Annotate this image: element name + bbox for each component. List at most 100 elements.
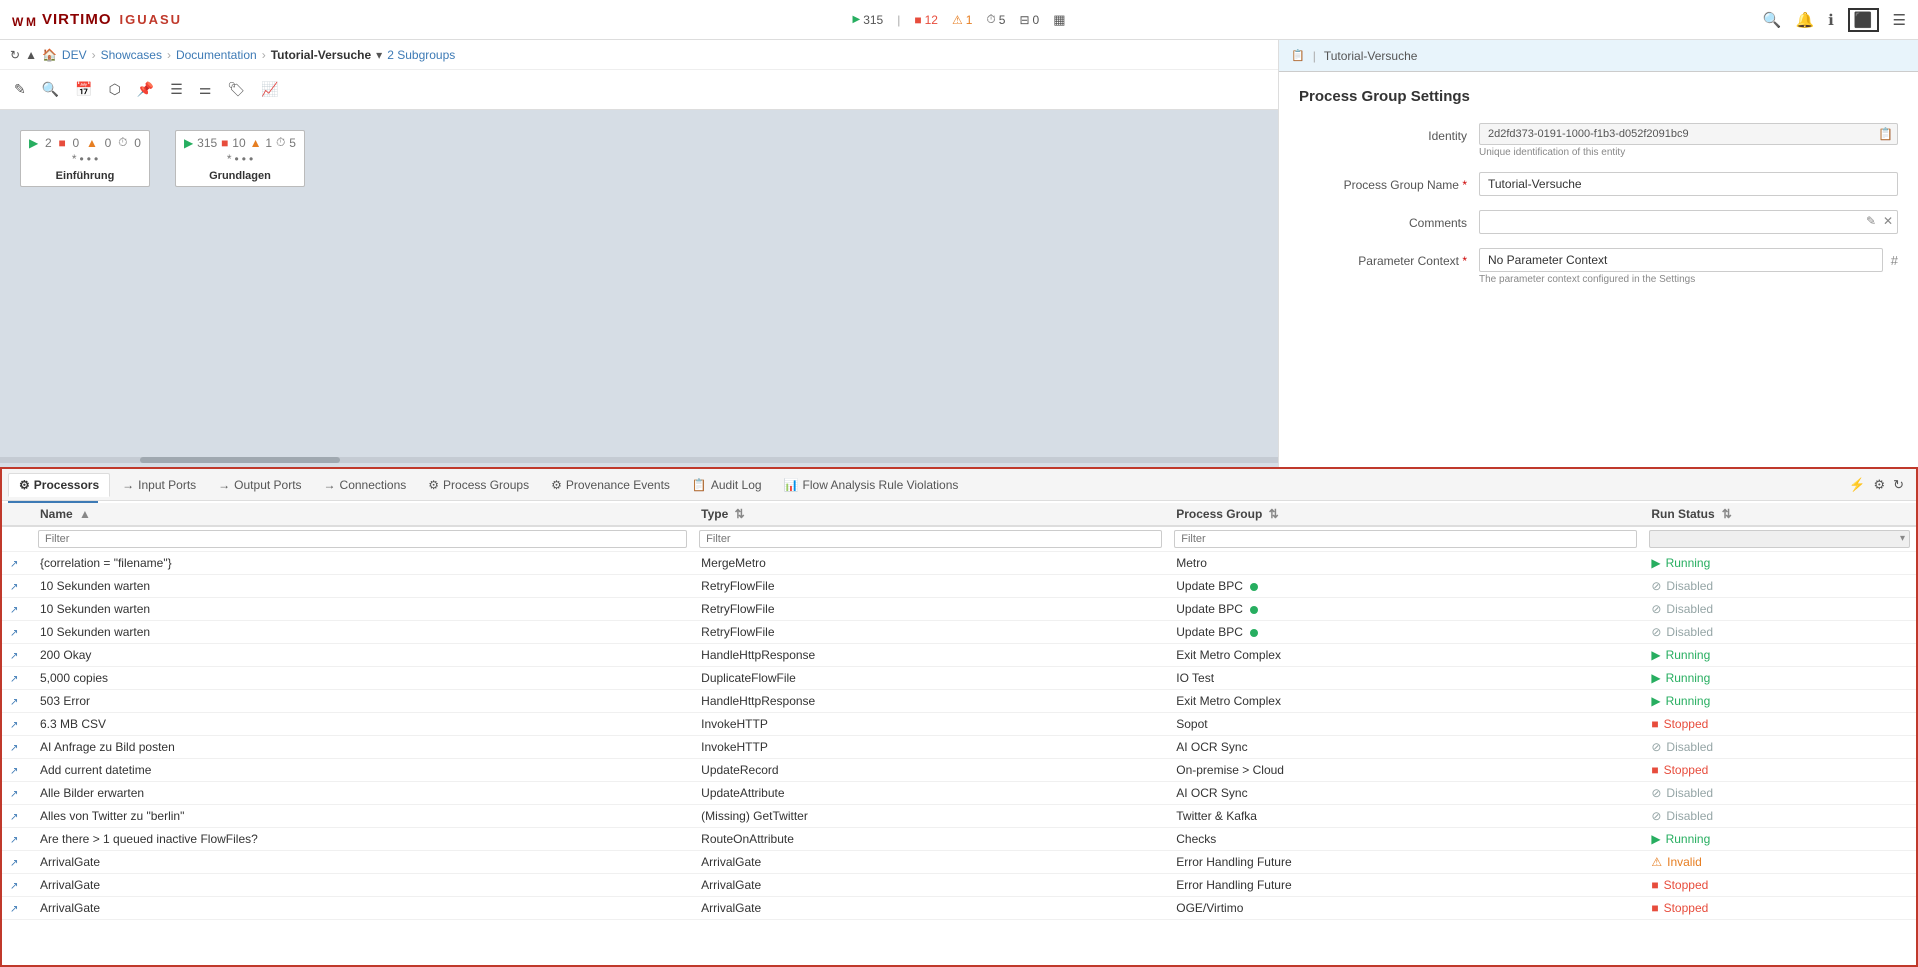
nav-up-icon[interactable]: ▲	[25, 48, 37, 62]
row-name: AI Anfrage zu Bild posten	[32, 736, 693, 759]
hash-icon[interactable]: #	[1891, 253, 1898, 268]
row-link-icon[interactable]: ↗	[2, 736, 32, 759]
settings-icon[interactable]: ⚙	[1873, 477, 1885, 493]
breadcrumb-subgroup[interactable]: 2 Subgroups	[387, 48, 455, 62]
row-link-icon[interactable]: ↗	[2, 575, 32, 598]
info-icon[interactable]: ℹ	[1828, 11, 1834, 29]
home-icon[interactable]: 🏠	[42, 48, 57, 62]
edit-comment-icon[interactable]: ✎	[1866, 214, 1876, 228]
search-icon[interactable]: 🔍	[1763, 11, 1782, 29]
comments-value-wrapper: ✎ ✕	[1479, 210, 1898, 234]
breadcrumb-dropdown-icon[interactable]: ▾	[376, 48, 382, 62]
col-icon-header	[2, 503, 32, 526]
col-status-header[interactable]: Run Status ⇅	[1643, 503, 1916, 526]
row-link-icon[interactable]: ↗	[2, 851, 32, 874]
filter-type-input[interactable]	[699, 530, 1162, 548]
horizontal-scrollbar[interactable]	[0, 457, 1278, 463]
panel-separator: |	[1313, 49, 1316, 63]
filter-icon[interactable]: ⚡	[1849, 477, 1865, 493]
layers-icon[interactable]: ⬡	[105, 79, 125, 100]
row-link-icon[interactable]: ↗	[2, 828, 32, 851]
row-link-icon[interactable]: ↗	[2, 713, 32, 736]
alert-icon[interactable]: 🔔	[1795, 11, 1814, 29]
edit-icon[interactable]: ✎	[10, 79, 30, 100]
svg-text:M: M	[26, 15, 37, 28]
pg-name-input[interactable]	[1479, 172, 1898, 196]
col-pg-header[interactable]: Process Group ⇅	[1168, 503, 1643, 526]
breadcrumb-dev[interactable]: DEV	[62, 48, 87, 62]
align-icon[interactable]: ⚌	[195, 79, 216, 100]
row-link-icon[interactable]: ↗	[2, 598, 32, 621]
row-link-icon[interactable]: ↗	[2, 690, 32, 713]
identity-input[interactable]	[1479, 123, 1898, 145]
chart-icon[interactable]: 📈	[257, 79, 282, 100]
param-context-select[interactable]: No Parameter Context	[1479, 248, 1883, 272]
panel-topbar: 📋 | Tutorial-Versuche	[1279, 40, 1918, 72]
table-row: ↗200 OkayHandleHttpResponseExit Metro Co…	[2, 644, 1916, 667]
tab-input-ports[interactable]: → Input Ports	[112, 474, 206, 496]
row-link-icon[interactable]: ↗	[2, 667, 32, 690]
row-process-group: Update BPC	[1168, 621, 1643, 644]
tag-icon[interactable]: 🏷	[223, 79, 249, 100]
filter-name-input[interactable]	[38, 530, 687, 548]
row-process-group: Update BPC	[1168, 598, 1643, 621]
search-toolbar-icon[interactable]: 🔍	[38, 79, 63, 100]
filter-pg-input[interactable]	[1174, 530, 1637, 548]
comments-input[interactable]	[1479, 210, 1898, 234]
row-link-icon[interactable]: ↗	[2, 874, 32, 897]
row-link-icon[interactable]: ↗	[2, 805, 32, 828]
col-type-header[interactable]: Type ⇅	[693, 503, 1168, 526]
row-link-icon[interactable]: ↗	[2, 759, 32, 782]
clear-comment-icon[interactable]: ✕	[1883, 214, 1893, 228]
col-name-header[interactable]: Name ▲	[32, 503, 693, 526]
row-link-icon[interactable]: ↗	[2, 621, 32, 644]
row-run-status: ⊘Disabled	[1643, 575, 1916, 598]
row-run-status: ⊘Disabled	[1643, 782, 1916, 805]
row-type: UpdateAttribute	[693, 782, 1168, 805]
row-type: InvokeHTTP	[693, 736, 1168, 759]
row-name: {correlation = "filename"}	[32, 552, 693, 575]
tab-flow-analysis[interactable]: 📊 Flow Analysis Rule Violations	[774, 474, 969, 496]
row-name: 10 Sekunden warten	[32, 575, 693, 598]
tab-audit-log[interactable]: 📋 Audit Log	[682, 474, 772, 496]
row-run-status: ▶Running	[1643, 552, 1916, 575]
card2-stat-total: 315	[197, 136, 217, 150]
sort-type-icon: ⇅	[735, 507, 745, 521]
list-icon[interactable]: ☰	[166, 79, 187, 100]
menu-icon[interactable]: ☰	[1893, 11, 1906, 29]
comments-label: Comments	[1299, 210, 1479, 230]
pg-card-grundlagen[interactable]: ▶ 315 ■ 10 ▲ 1 ⏱ 5 *••• Grundlagen	[175, 130, 305, 187]
row-name: Alles von Twitter zu "berlin"	[32, 805, 693, 828]
row-link-icon[interactable]: ↗	[2, 644, 32, 667]
tab-output-ports[interactable]: → Output Ports	[208, 474, 311, 496]
row-link-icon[interactable]: ↗	[2, 782, 32, 805]
bottom-panel: ⚙ Processors → Input Ports → Output Port…	[0, 467, 1918, 967]
scrollbar-thumb[interactable]	[140, 457, 340, 463]
row-run-status: ■Stopped	[1643, 874, 1916, 897]
svg-text:W: W	[12, 15, 24, 28]
refresh-table-icon[interactable]: ↻	[1893, 477, 1904, 493]
tab-connections[interactable]: → Connections	[314, 474, 417, 496]
provenance-tab-label: Provenance Events	[566, 478, 670, 492]
warn-icon-card2: ▲	[250, 136, 262, 150]
calendar-icon[interactable]: 📅	[71, 79, 96, 100]
tab-provenance[interactable]: ⚙ Provenance Events	[541, 474, 680, 496]
filter-status-select[interactable]: Running Stopped Disabled Invalid	[1649, 530, 1910, 548]
copy-icon[interactable]: 📋	[1878, 127, 1893, 141]
breadcrumb-documentation[interactable]: Documentation	[176, 48, 257, 62]
refresh-icon[interactable]: ↻	[10, 48, 20, 62]
row-link-icon[interactable]: ↗	[2, 897, 32, 920]
tab-processors[interactable]: ⚙ Processors	[8, 473, 110, 497]
monitor-icon[interactable]: ⬛	[1848, 8, 1879, 32]
table-scroll-area[interactable]: Name ▲ Type ⇅ Process Group ⇅	[2, 503, 1916, 967]
filter-status-cell: Running Stopped Disabled Invalid ▾	[1643, 526, 1916, 552]
breadcrumb-showcases[interactable]: Showcases	[101, 48, 162, 62]
row-link-icon[interactable]: ↗	[2, 552, 32, 575]
param-context-hint: The parameter context configured in the …	[1479, 274, 1898, 285]
tab-process-groups[interactable]: ⚙ Process Groups	[418, 474, 539, 496]
row-name: Are there > 1 queued inactive FlowFiles?	[32, 828, 693, 851]
pin-icon[interactable]: 📌	[133, 79, 158, 100]
pg-card-einfuhrung[interactable]: ▶ 2 ■ 0 ▲ 0 ⏱ 0 *••• Einführung	[20, 130, 150, 187]
pg-name-label: Process Group Name	[1299, 172, 1479, 192]
logo-iguasu-text: IGUASU	[120, 12, 183, 27]
